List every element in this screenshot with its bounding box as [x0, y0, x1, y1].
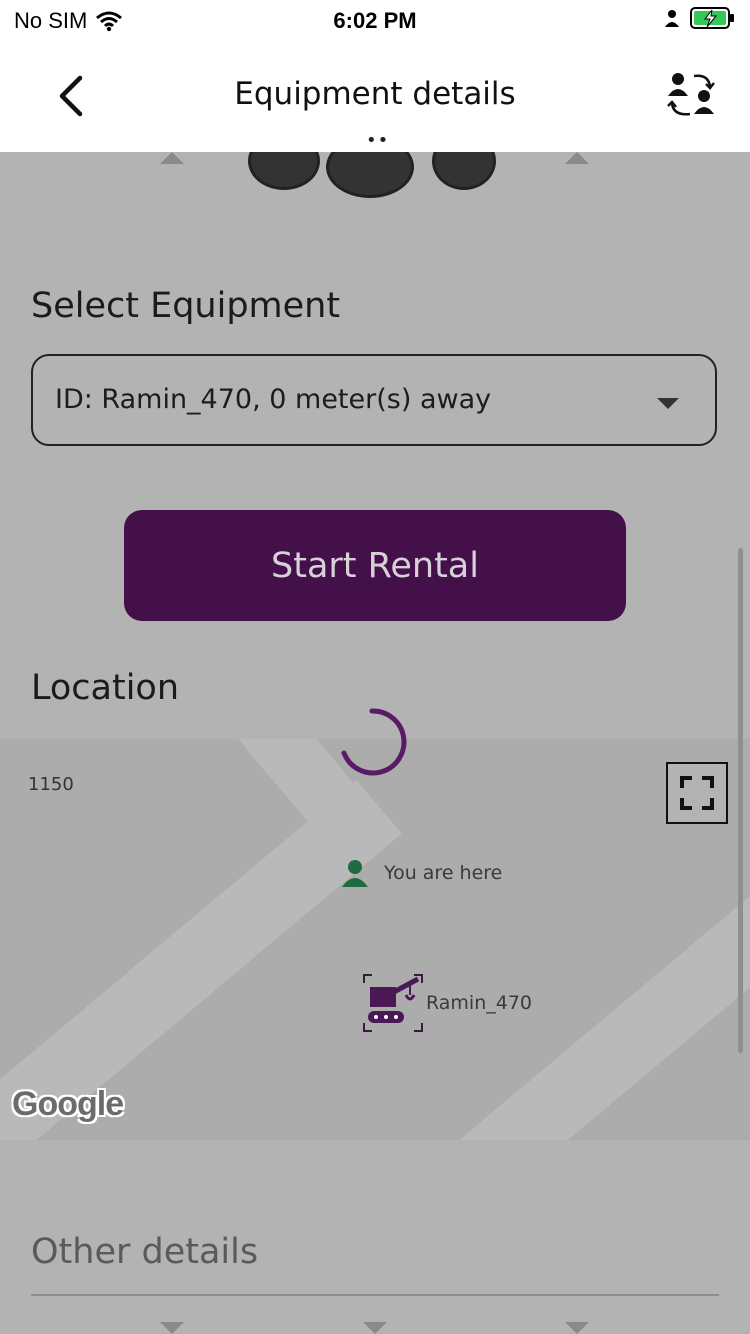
equipment-marker[interactable]: Ramin_470 [362, 973, 532, 1033]
scrollbar[interactable] [738, 548, 743, 1053]
fullscreen-button[interactable] [666, 762, 728, 824]
start-rental-button[interactable]: Start Rental [124, 510, 626, 621]
swap-users-button[interactable] [664, 70, 722, 122]
fullscreen-icon [680, 776, 714, 810]
status-time: 6:02 PM [333, 8, 417, 33]
carousel-caret-right [565, 152, 589, 164]
equipment-select-value: ID: Ramin_470, 0 meter(s) away [55, 384, 492, 415]
equipment-image-wheel [432, 152, 496, 190]
you-are-here-label: You are here [384, 862, 503, 884]
bottom-caret-center [363, 1322, 387, 1334]
status-bar-right [664, 6, 736, 30]
equipment-marker-label: Ramin_470 [426, 992, 533, 1014]
bottom-caret-right [565, 1322, 589, 1334]
caret-down-icon [657, 398, 679, 409]
other-details-label: Other details [31, 1232, 259, 1272]
loading-spinner [341, 708, 407, 776]
location-map[interactable]: 1150 You are here Ramin_470 Google [0, 739, 750, 1140]
you-are-here-marker[interactable]: You are here [340, 859, 502, 887]
battery-charging-icon [690, 7, 734, 29]
equipment-image-wheel [326, 152, 414, 198]
page-title: Equipment details [234, 76, 516, 112]
sheet-handle: •• [366, 130, 390, 151]
select-equipment-label: Select Equipment [31, 286, 341, 326]
equipment-select[interactable]: ID: Ramin_470, 0 meter(s) away [31, 354, 717, 446]
person-icon [342, 860, 368, 887]
person-status-icon [665, 10, 679, 27]
divider [31, 1294, 719, 1296]
equipment-image-wheel [248, 152, 320, 190]
location-label: Location [31, 668, 180, 708]
crane-icon [363, 974, 423, 1032]
google-logo: Google [12, 1085, 124, 1123]
map-street-number: 1150 [28, 774, 74, 795]
carousel-caret-left [160, 152, 184, 164]
swap-users-icon [667, 73, 715, 116]
bottom-caret-left [160, 1322, 184, 1334]
nav-bar: Equipment details •• [0, 40, 750, 152]
status-bar: No SIM 6:02 PM [0, 0, 750, 40]
equipment-image-carousel[interactable] [0, 152, 750, 232]
